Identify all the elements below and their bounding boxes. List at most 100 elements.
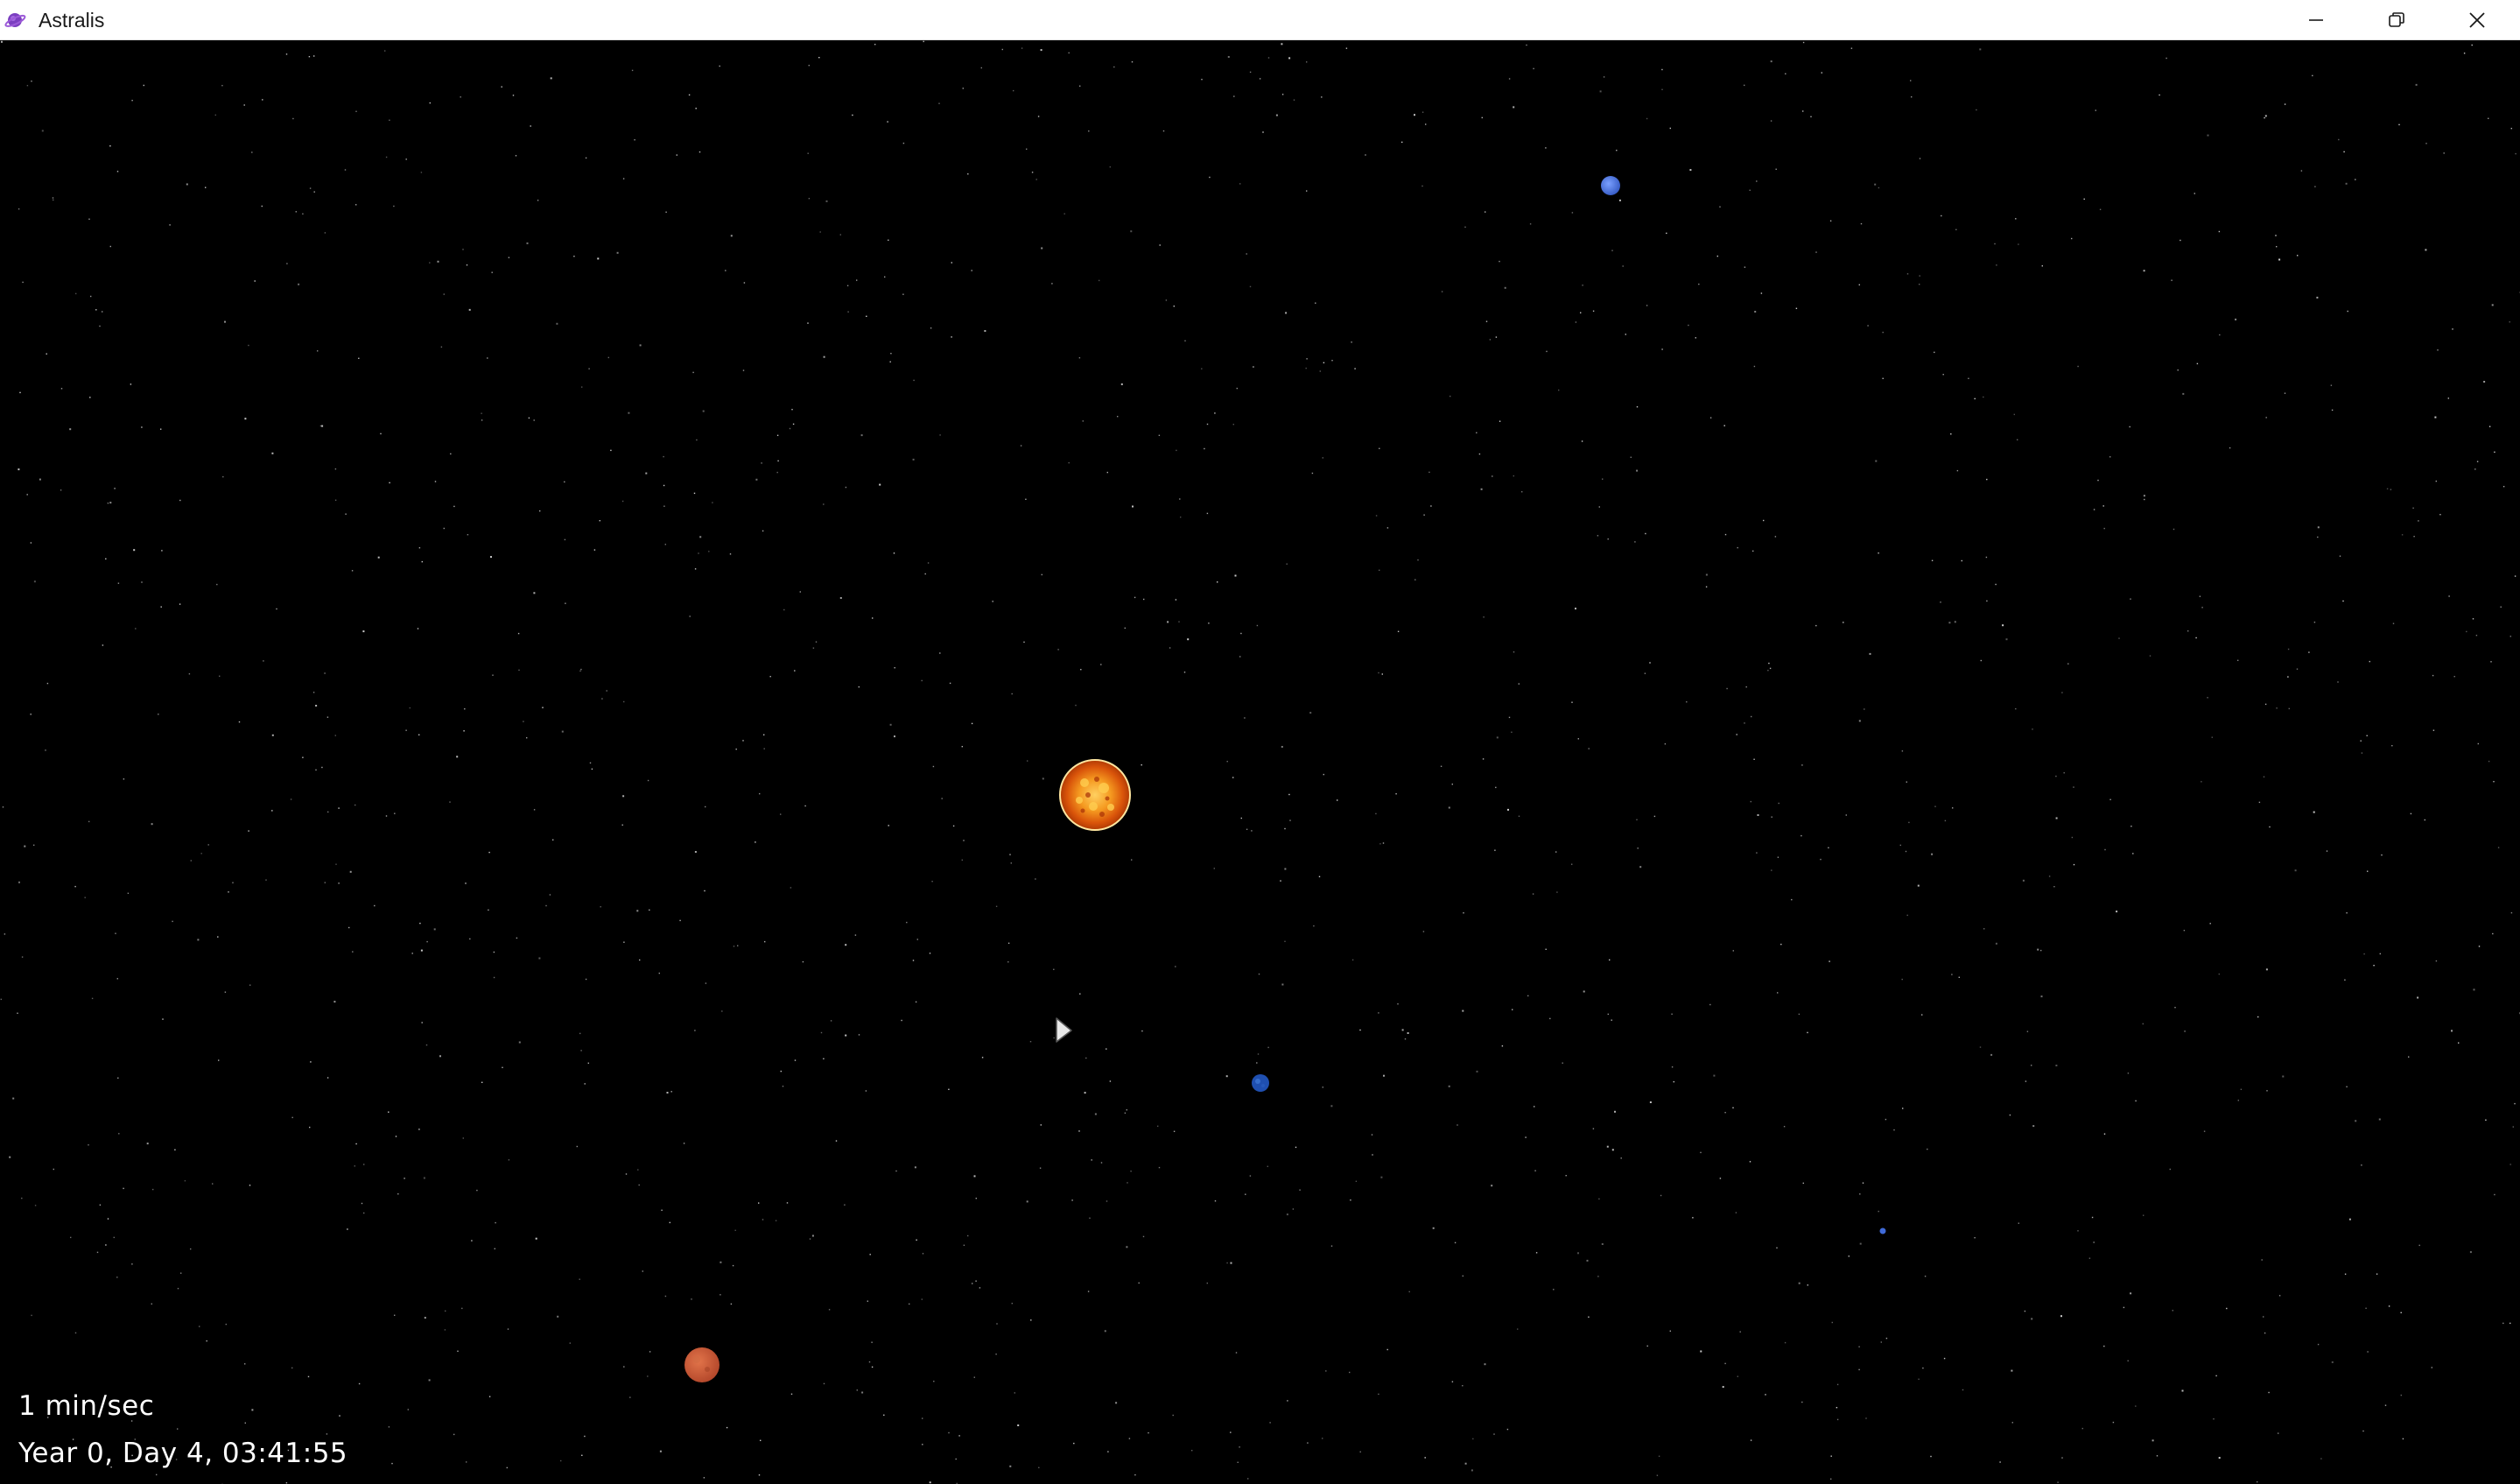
star xyxy=(2320,1458,2322,1459)
star xyxy=(1107,1451,1109,1452)
star xyxy=(2476,461,2479,462)
star xyxy=(1401,141,1403,144)
star xyxy=(1713,1074,1716,1077)
star xyxy=(53,1168,54,1171)
earth[interactable] xyxy=(1250,1073,1271,1094)
sun[interactable] xyxy=(1058,758,1132,832)
star xyxy=(1430,505,1432,507)
star xyxy=(405,729,407,731)
star xyxy=(1382,842,1385,844)
star xyxy=(1030,1319,1032,1321)
star xyxy=(1158,1166,1161,1169)
star xyxy=(2509,1322,2511,1325)
star xyxy=(224,320,226,323)
star xyxy=(2195,637,2197,639)
star xyxy=(623,941,625,943)
star xyxy=(248,344,249,347)
star xyxy=(394,1314,396,1316)
star xyxy=(1880,1341,1882,1343)
star xyxy=(109,502,112,504)
star xyxy=(1115,1402,1118,1404)
star xyxy=(839,597,842,599)
star xyxy=(1829,220,1832,222)
star xyxy=(2492,932,2494,935)
star xyxy=(921,1298,923,1300)
star xyxy=(18,881,20,883)
close-button[interactable] xyxy=(2437,0,2517,40)
star xyxy=(854,934,857,936)
maximize-button[interactable] xyxy=(2356,0,2437,40)
star xyxy=(1775,168,1777,170)
star xyxy=(693,492,696,495)
star xyxy=(1985,556,1988,559)
star xyxy=(1646,305,1648,306)
star xyxy=(1313,925,1315,927)
star xyxy=(1770,120,1772,122)
star xyxy=(2258,801,2261,804)
star xyxy=(887,121,888,123)
star xyxy=(866,315,867,317)
star xyxy=(761,462,762,464)
star xyxy=(732,1264,734,1267)
star xyxy=(1143,598,1145,601)
star xyxy=(1830,1478,1832,1480)
star xyxy=(188,673,191,675)
star xyxy=(481,419,483,421)
mars[interactable] xyxy=(683,1346,721,1384)
title-bar[interactable]: Astralis xyxy=(0,0,2520,40)
star xyxy=(2400,1312,2402,1313)
star xyxy=(69,428,72,431)
star xyxy=(200,853,202,855)
star xyxy=(1611,1019,1612,1021)
star xyxy=(2472,618,2474,620)
star xyxy=(658,972,660,974)
star xyxy=(2275,235,2277,236)
star xyxy=(1476,1070,1478,1073)
star xyxy=(975,1198,977,1199)
star xyxy=(2041,265,2043,267)
star xyxy=(2432,729,2435,731)
star xyxy=(692,371,694,374)
star xyxy=(1749,189,1751,191)
star xyxy=(461,1307,463,1310)
star xyxy=(1395,793,1397,795)
star xyxy=(1614,1110,1616,1113)
star xyxy=(2287,648,2290,651)
star xyxy=(2331,409,2334,411)
star xyxy=(1237,1461,1239,1463)
star xyxy=(265,879,267,881)
star xyxy=(457,1350,459,1352)
star xyxy=(1079,85,1081,87)
star xyxy=(1315,302,1316,304)
star xyxy=(141,581,143,583)
star xyxy=(1899,844,1901,847)
star xyxy=(429,102,431,104)
star xyxy=(2099,208,2102,210)
star xyxy=(2077,1230,2079,1232)
star xyxy=(1739,1331,1741,1333)
space-viewport[interactable]: 1 min/sec Year 0, Day 4, 03:41:55 xyxy=(0,40,2520,1484)
small-planet[interactable] xyxy=(1878,1227,1887,1235)
star xyxy=(689,615,691,617)
star xyxy=(518,1041,521,1044)
star xyxy=(1378,672,1379,674)
star xyxy=(425,1044,428,1046)
star xyxy=(1289,819,1291,821)
star xyxy=(1245,1193,1246,1195)
star xyxy=(1753,365,1756,368)
star xyxy=(1924,1276,1927,1277)
star xyxy=(1745,686,1747,688)
star xyxy=(670,1091,672,1093)
star xyxy=(1757,814,1759,816)
blue-planet[interactable] xyxy=(1599,174,1622,197)
minimize-button[interactable] xyxy=(2276,0,2356,40)
star xyxy=(169,224,171,226)
star xyxy=(2213,1418,2215,1420)
star xyxy=(1994,243,1996,245)
star xyxy=(2018,1222,2019,1224)
star xyxy=(794,1059,797,1061)
star xyxy=(1126,1246,1128,1248)
star xyxy=(2473,988,2475,991)
star xyxy=(1549,1017,1551,1020)
star xyxy=(645,472,648,475)
